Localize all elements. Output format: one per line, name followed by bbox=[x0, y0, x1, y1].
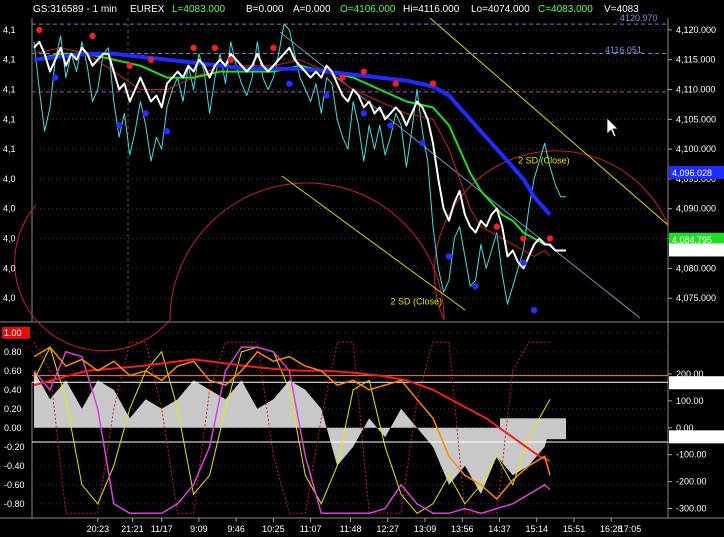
price-value-badge-label: 4,084.795 bbox=[672, 235, 712, 245]
time-tick-label: 13:56 bbox=[451, 524, 474, 534]
red-dot bbox=[392, 80, 399, 87]
price-value-badge-label: 4,083.000 bbox=[672, 245, 712, 255]
time-tick-label: 15:51 bbox=[563, 524, 586, 534]
red-dot bbox=[147, 56, 155, 63]
price-left-tick-label: 4,1 bbox=[3, 144, 16, 154]
price-tick-label: 4,090.000 bbox=[676, 204, 716, 214]
red-dot bbox=[360, 68, 368, 75]
time-tick-label: 20:23 bbox=[87, 524, 110, 534]
volume-value: V=4083 bbox=[604, 4, 639, 15]
blue-dot bbox=[323, 92, 330, 99]
time-tick-label: 11/17 bbox=[151, 524, 173, 534]
price-left-tick-label: 4,1 bbox=[3, 114, 16, 124]
blue-dot bbox=[387, 122, 394, 129]
red-dot bbox=[546, 235, 554, 242]
price-tick-label: 4,075.000 bbox=[676, 293, 716, 303]
price-tick-label: 4,100.000 bbox=[676, 144, 716, 154]
blue-dot bbox=[520, 259, 527, 266]
blue-dot bbox=[472, 283, 479, 290]
red-dot bbox=[270, 44, 277, 52]
red-dot bbox=[211, 44, 219, 52]
price-tick-label: 4,105.000 bbox=[676, 114, 716, 124]
price-left-tick-label: 4,0 bbox=[3, 204, 16, 214]
osc-left-tick-label: 0.20 bbox=[4, 404, 22, 414]
blue-dot bbox=[163, 128, 171, 135]
time-tick-label: 15:14 bbox=[525, 524, 548, 534]
osc-right-tick-label: -300.00 bbox=[676, 504, 707, 514]
blue-dot bbox=[360, 110, 368, 117]
osc-left-tick-label: 0.60 bbox=[4, 366, 22, 376]
price-left-tick-label: 4,1 bbox=[3, 85, 16, 95]
price-left-tick-label: 4,0 bbox=[3, 263, 16, 273]
red-dot bbox=[190, 44, 197, 52]
open-value: O=4106.000 bbox=[340, 4, 396, 15]
time-tick-label: 9:46 bbox=[227, 524, 245, 534]
price-left-tick-label: 4,0 bbox=[3, 234, 16, 244]
bid-value: B=0.000 bbox=[246, 4, 284, 15]
level-label-lower: 4116.051 bbox=[605, 45, 642, 55]
osc-right-tick-label: -100.00 bbox=[676, 450, 707, 460]
ask-value: A=0.000 bbox=[293, 4, 331, 15]
time-tick-label: 9:09 bbox=[190, 524, 208, 534]
price-tick-label: 4,115.000 bbox=[676, 55, 715, 65]
blue-dot bbox=[286, 80, 293, 87]
osc-right-tick-label: 100.00 bbox=[676, 396, 704, 406]
red-dot bbox=[89, 32, 96, 40]
red-dot bbox=[429, 80, 437, 87]
osc-left-tick-label: -0.40 bbox=[4, 461, 25, 471]
last-value: L=4083.000 bbox=[172, 4, 226, 15]
red-dot bbox=[227, 56, 235, 63]
time-tick-label: 12:27 bbox=[377, 524, 400, 534]
time-tick-label: 14:37 bbox=[488, 524, 511, 534]
price-left-tick-label: 4,0 bbox=[3, 174, 16, 184]
osc-left-tick-label: 1.00 bbox=[4, 328, 22, 338]
time-tick-label: 13:09 bbox=[414, 524, 437, 534]
sd-annotation: 2 SD (Close) bbox=[390, 297, 442, 307]
price-tick-label: 4,110.000 bbox=[676, 85, 715, 95]
blue-dot bbox=[142, 110, 149, 117]
red-dot bbox=[36, 26, 43, 34]
high-value: Hi=4116.000 bbox=[403, 4, 460, 15]
osc-left-tick-label: 0.00 bbox=[4, 423, 22, 433]
blue-dot bbox=[52, 74, 59, 81]
sd-annotation: 2 SD (Close) bbox=[518, 155, 570, 165]
red-dot bbox=[339, 74, 346, 81]
low-value: Lo=4074.000 bbox=[471, 4, 530, 15]
time-tick-label: 21:21 bbox=[121, 524, 144, 534]
price-tick-label: 4,080.000 bbox=[676, 263, 716, 273]
price-left-tick-label: 4,0 bbox=[3, 293, 16, 303]
time-tick-label: 11:48 bbox=[340, 524, 362, 534]
osc-left-tick-label: 0.80 bbox=[4, 347, 22, 357]
red-dot bbox=[493, 223, 501, 230]
price-tick-label: 4,120.000 bbox=[676, 25, 716, 35]
osc-right-tick-label: -200.00 bbox=[676, 477, 707, 487]
price-value-badge-label: 4,096.028 bbox=[672, 168, 712, 178]
osc-left-tick-label: -0.80 bbox=[4, 499, 25, 509]
blue-dot bbox=[115, 122, 123, 129]
osc-left-tick-label: -0.20 bbox=[4, 442, 25, 452]
red-dot bbox=[520, 235, 527, 242]
blue-dot bbox=[530, 306, 538, 314]
time-tick-label-extra: 17:05 bbox=[619, 524, 642, 534]
osc-value-badge-label: 110.00 bbox=[676, 378, 703, 388]
blue-dot bbox=[419, 139, 426, 147]
osc-left-tick-label: -0.60 bbox=[4, 480, 25, 490]
price-left-tick-label: 4,1 bbox=[3, 25, 16, 35]
exchange-label: EUREX bbox=[130, 4, 165, 15]
osc-left-tick-label: 0.40 bbox=[4, 385, 22, 395]
osc-value-badge-label: -87.88 bbox=[676, 432, 702, 442]
time-tick-label: 10:25 bbox=[262, 524, 285, 534]
time-tick-label: 11:07 bbox=[300, 524, 322, 534]
blue-dot bbox=[445, 253, 453, 260]
close-value: C=4083.000 bbox=[538, 4, 593, 15]
price-left-tick-label: 4,1 bbox=[3, 55, 16, 65]
red-dot bbox=[126, 62, 133, 69]
chart-canvas: 4,075.0004,080.0004,085.0004,090.0004,09… bbox=[0, 0, 724, 537]
symbol-label: GS:316589 - 1 min bbox=[33, 4, 117, 15]
